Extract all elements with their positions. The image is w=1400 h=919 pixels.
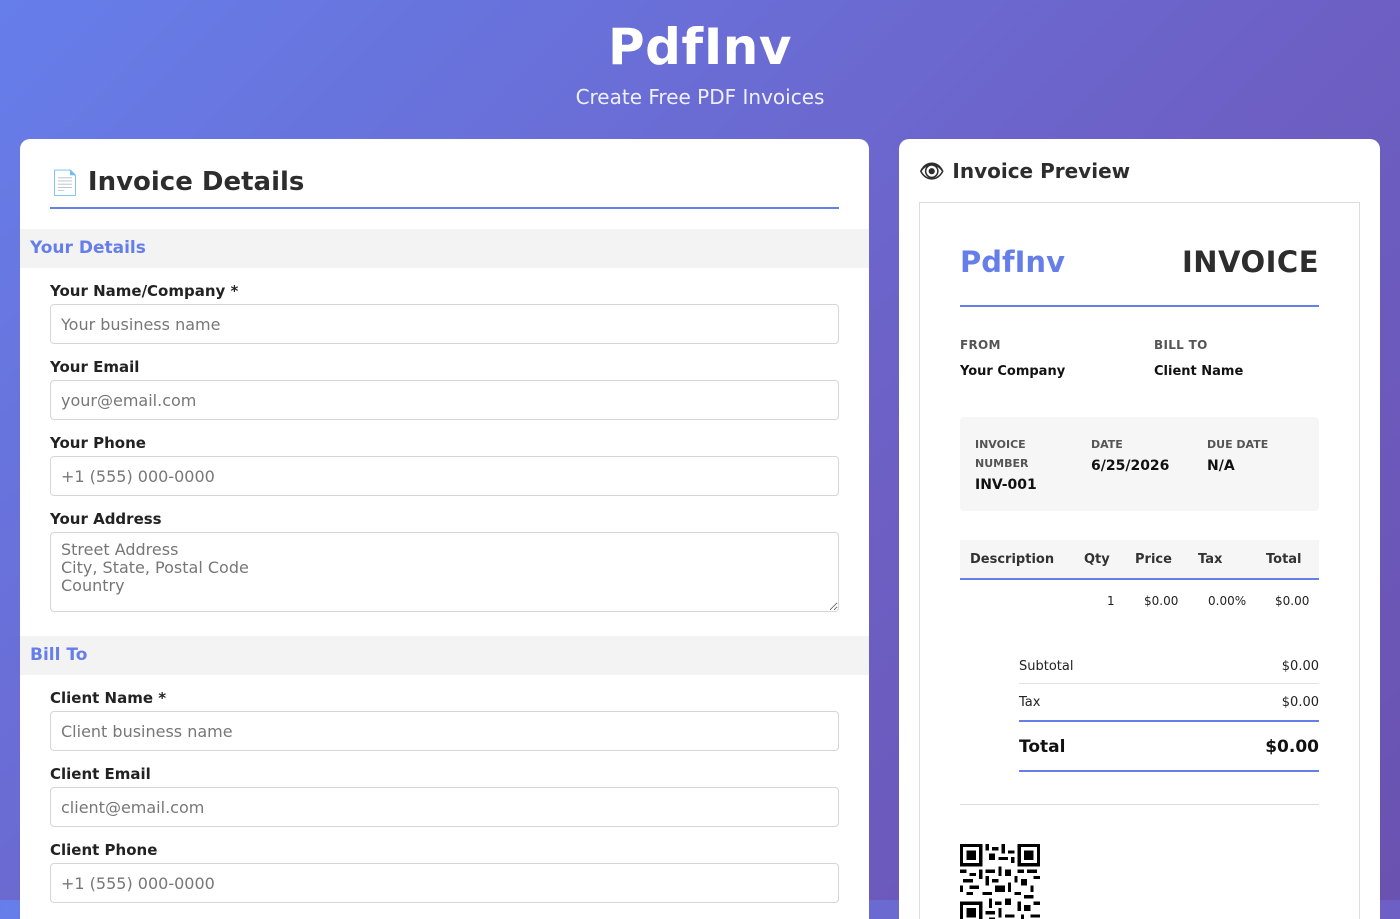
date-value: 6/25/2026 — [1091, 458, 1170, 474]
client-phone-input[interactable] — [50, 863, 839, 903]
site-subtitle: Create Free PDF Invoices — [575, 85, 825, 109]
invoice-meta: INVOICE NUMBER INV-001 DATE 6/25/2026 DU… — [960, 417, 1319, 511]
meta-invoice-number: INVOICE NUMBER INV-001 — [975, 435, 1065, 493]
bill-to-block: BILL TO Client Name — [1154, 338, 1243, 379]
invoice-details-panel: 📄 Invoice Details Your Details Your Name… — [20, 139, 869, 919]
qr-code-icon — [960, 844, 1040, 919]
site-title: PdfInv — [608, 18, 792, 76]
from-label: FROM — [960, 338, 1001, 352]
site-header: PdfInv Create Free PDF Invoices — [0, 0, 1400, 139]
col-total: Total — [1266, 552, 1302, 567]
divider — [960, 305, 1319, 307]
invoice-title: INVOICE — [1181, 245, 1319, 279]
col-qty: Qty — [1084, 552, 1110, 567]
your-phone-input[interactable] — [50, 456, 839, 496]
total-label: Total — [1019, 737, 1066, 757]
meta-date: DATE 6/25/2026 — [1091, 435, 1181, 474]
cell-qty: 1 — [1107, 594, 1115, 608]
your-address-textarea[interactable] — [50, 532, 839, 612]
client-name-label: Client Name * — [50, 689, 167, 707]
panel-heading: 📄 Invoice Details — [50, 167, 839, 209]
items-table: Description Qty Price Tax Total 1 $0.00 … — [960, 540, 1319, 620]
preview-heading: 👁 Invoice Preview — [919, 159, 1130, 183]
your-email-input[interactable] — [50, 380, 839, 420]
preview-heading-text: Invoice Preview — [952, 159, 1131, 183]
invoice-number-value: INV-001 — [975, 477, 1037, 493]
due-date-label: DUE DATE — [1207, 438, 1269, 451]
section-bill-to: Bill To — [20, 636, 869, 675]
total-row: Total $0.00 — [1019, 720, 1319, 772]
section-your-details: Your Details — [20, 229, 869, 268]
due-date-value: N/A — [1207, 458, 1235, 474]
bill-to-label: BILL TO — [1154, 338, 1208, 352]
cell-total: $0.00 — [1275, 594, 1310, 608]
tax-label: Tax — [1019, 695, 1041, 710]
cell-price: $0.00 — [1144, 594, 1179, 608]
from-name: Your Company — [960, 364, 1066, 379]
invoice-number-label: INVOICE NUMBER — [975, 438, 1029, 470]
items-table-header: Description Qty Price Tax Total — [960, 540, 1319, 580]
client-email-input[interactable] — [50, 787, 839, 827]
cell-tax: 0.00% — [1208, 594, 1247, 608]
client-name-input[interactable] — [50, 711, 839, 751]
col-tax: Tax — [1198, 552, 1223, 567]
client-email-label: Client Email — [50, 765, 151, 783]
your-phone-label: Your Phone — [50, 434, 146, 452]
your-name-label: Your Name/Company * — [50, 282, 239, 300]
your-address-label: Your Address — [50, 510, 162, 528]
footer-divider — [960, 804, 1319, 805]
invoice-document: PdfInv INVOICE FROM Your Company BILL TO… — [919, 202, 1360, 919]
bill-to-name: Client Name — [1154, 364, 1244, 379]
your-name-input[interactable] — [50, 304, 839, 344]
table-row: 1 $0.00 0.00% $0.00 — [960, 580, 1319, 620]
panel-heading-text: Invoice Details — [87, 167, 305, 197]
document-icon: 📄 — [50, 169, 80, 197]
meta-due-date: DUE DATE N/A — [1207, 435, 1297, 474]
your-email-label: Your Email — [50, 358, 140, 376]
col-price: Price — [1135, 552, 1172, 567]
client-phone-label: Client Phone — [50, 841, 158, 859]
subtotal-row: Subtotal $0.00 — [1019, 648, 1319, 684]
eye-icon: 👁 — [919, 159, 945, 183]
date-label: DATE — [1091, 438, 1123, 451]
tax-row: Tax $0.00 — [1019, 684, 1319, 720]
subtotal-value: $0.00 — [1281, 659, 1319, 674]
from-block: FROM Your Company — [960, 338, 1065, 379]
subtotal-label: Subtotal — [1019, 659, 1074, 674]
total-value: $0.00 — [1265, 737, 1319, 757]
col-description: Description — [970, 552, 1055, 567]
tax-value: $0.00 — [1281, 695, 1319, 710]
invoice-brand: PdfInv — [960, 245, 1065, 279]
totals-block: Subtotal $0.00 Tax $0.00 Total $0.00 — [1019, 648, 1319, 772]
invoice-preview-panel: 👁 Invoice Preview PdfInv INVOICE FROM Yo… — [899, 139, 1380, 919]
